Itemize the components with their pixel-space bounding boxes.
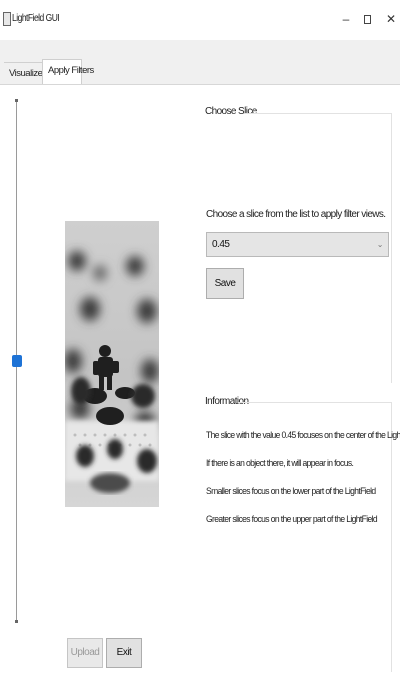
choose-slice-title: Choose Slice bbox=[205, 106, 257, 117]
slider-handle[interactable] bbox=[12, 355, 22, 367]
maximize-icon bbox=[363, 15, 371, 25]
tab-visualize-lf[interactable]: Visualize LF bbox=[4, 62, 55, 84]
slider-tick bbox=[15, 99, 18, 102]
window-title: LightField GUI bbox=[12, 13, 60, 24]
exit-button[interactable]: Exit bbox=[106, 638, 142, 668]
slice-select-value: 0.45 bbox=[212, 239, 230, 250]
group-border bbox=[244, 113, 392, 114]
info-line: Smaller slices focus on the lower part o… bbox=[206, 486, 376, 497]
group-border bbox=[391, 113, 392, 383]
upload-button[interactable]: Upload bbox=[67, 638, 103, 668]
tab-apply-filters[interactable]: Apply Filters bbox=[42, 59, 94, 84]
lightfield-image bbox=[65, 221, 159, 507]
info-line: The slice with the value 0.45 focuses on… bbox=[206, 430, 400, 441]
title-bar: LightField GUI – ✕ bbox=[0, 0, 400, 40]
minimize-button[interactable]: – bbox=[338, 8, 354, 30]
group-border bbox=[391, 402, 392, 672]
group-border bbox=[238, 402, 392, 403]
maximize-button[interactable] bbox=[359, 8, 375, 30]
slider-tick bbox=[15, 620, 18, 623]
slice-select[interactable]: 0.45 ⌄ bbox=[206, 232, 389, 257]
chevron-down-icon: ⌄ bbox=[376, 240, 384, 249]
lightfield-image-graphic bbox=[65, 221, 159, 507]
info-line: If there is an object there, it will app… bbox=[206, 458, 354, 469]
tab-bar: Visualize LF Apply Filters bbox=[0, 40, 400, 84]
apply-filters-panel: Choose Slice Choose a slice from the lis… bbox=[4, 86, 400, 696]
choose-slice-instruction: Choose a slice from the list to apply fi… bbox=[206, 209, 386, 220]
info-line: Greater slices focus on the upper part o… bbox=[206, 514, 378, 525]
close-button[interactable]: ✕ bbox=[383, 8, 399, 30]
app-icon bbox=[3, 12, 11, 26]
save-button[interactable]: Save bbox=[206, 268, 244, 299]
focus-slider[interactable] bbox=[12, 99, 22, 623]
tab-divider bbox=[0, 84, 400, 85]
